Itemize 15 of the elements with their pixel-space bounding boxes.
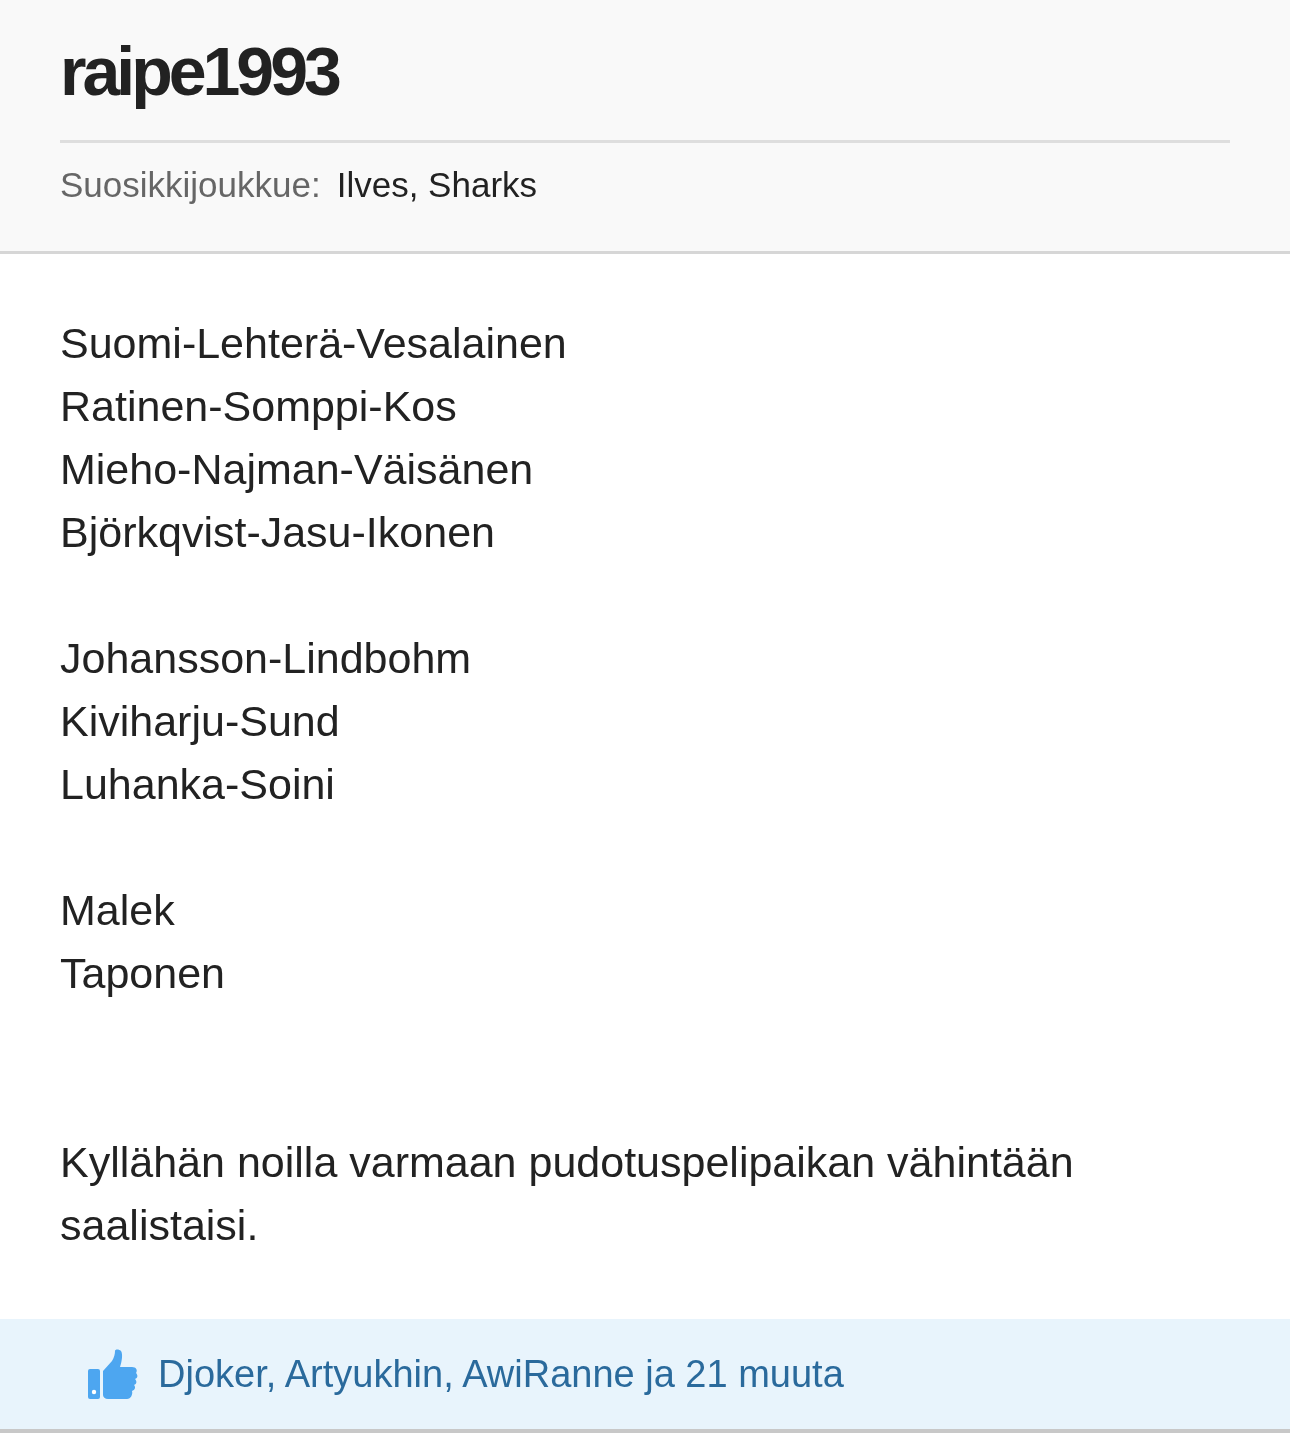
lineup-line: Johansson-Lindbohm — [60, 633, 472, 684]
lineup-line: Taponen — [60, 948, 225, 999]
lineup-line: Björkqvist-Jasu-Ikonen — [60, 507, 495, 558]
lineup-line: Luhanka-Soini — [60, 759, 335, 810]
lineup-line: Suomi-Lehterä-Vesalainen — [60, 318, 567, 369]
favorite-team-value: Ilves, Sharks — [336, 164, 538, 206]
lineup-line: Ratinen-Somppi-Kos — [60, 381, 457, 432]
post-text: Kyllähän noilla varmaan pudotuspelipaikan vähintään saalistaisi. — [60, 1137, 1075, 1251]
lineup-line: Mieho-Najman-Väisänen — [60, 444, 534, 495]
likes-text[interactable]: Djoker, Artyukhin, AwiRanne ja 21 muuta — [158, 1350, 844, 1398]
favorite-team-label: Suosikkijoukkue: — [60, 164, 321, 206]
thumbs-up-icon[interactable] — [88, 1349, 138, 1399]
lineup-line: Kiviharju-Sund — [60, 696, 340, 747]
username-heading: raipe1993 — [60, 32, 338, 111]
lineup-line: Malek — [60, 885, 175, 936]
